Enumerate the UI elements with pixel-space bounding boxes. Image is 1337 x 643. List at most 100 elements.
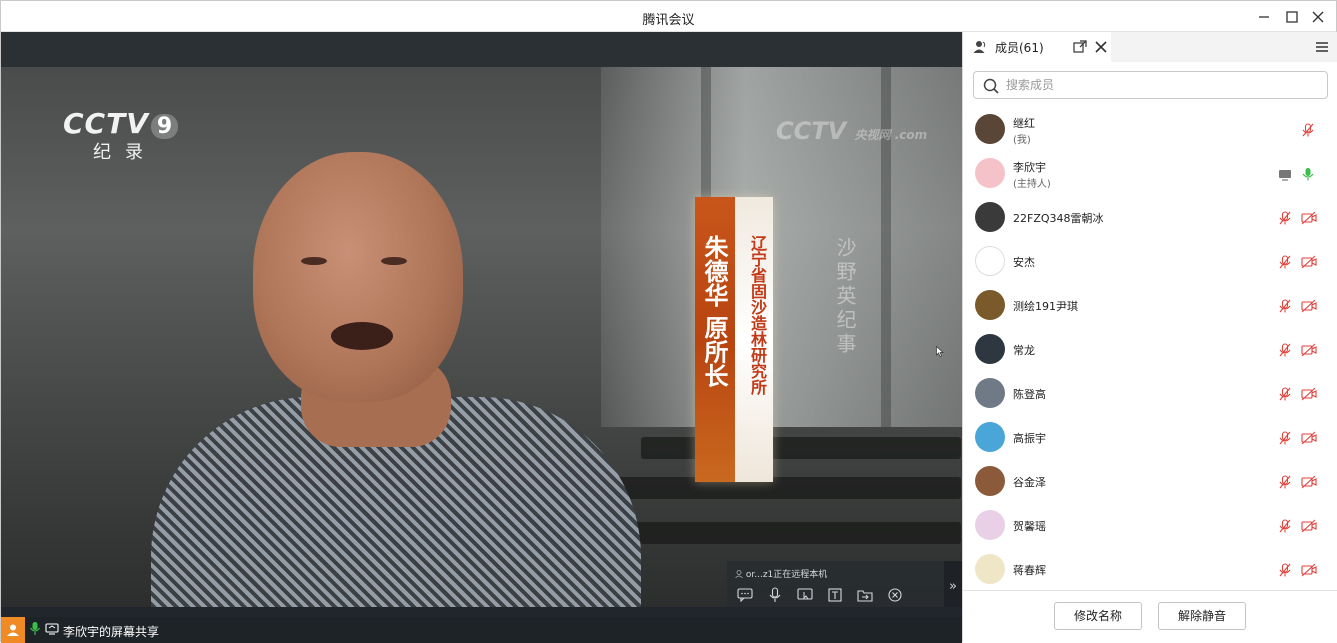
folder-transfer-icon	[857, 590, 873, 602]
member-row[interactable]: 高振宇	[963, 415, 1337, 459]
member-mic-status[interactable]	[1278, 518, 1292, 537]
desk	[641, 437, 961, 459]
member-mic-status[interactable]	[1278, 562, 1292, 581]
avatar	[975, 290, 1005, 320]
share-status-label: 李欣宇的屏幕共享	[63, 625, 160, 639]
channel-sub: 纪录	[93, 142, 157, 163]
member-mic-status[interactable]	[1278, 342, 1292, 361]
member-mic-status[interactable]	[1278, 254, 1292, 273]
member-mic-status[interactable]	[1278, 210, 1292, 229]
member-row[interactable]: 测绘191尹琪	[963, 283, 1337, 327]
mic-muted-icon	[1279, 211, 1291, 225]
shared-video-frame: CCTV 9 纪录 CCTV 央视网 .com 朱德华 原所长 辽宁省固沙造林研究…	[1, 67, 962, 607]
rename-button[interactable]: 修改名称	[1054, 602, 1142, 630]
member-row[interactable]: 陈登高	[963, 371, 1337, 415]
watermark-text: CCTV	[776, 117, 847, 145]
camera-off-icon	[1301, 343, 1317, 357]
member-mic-status[interactable]	[1278, 474, 1292, 493]
member-name: 继红	[1013, 117, 1035, 130]
popout-icon[interactable]	[1073, 40, 1087, 54]
close-window-button[interactable]	[1308, 7, 1328, 27]
stop-icon	[888, 588, 902, 602]
stop-remote-button[interactable]	[885, 585, 905, 605]
member-mic-status[interactable]	[1301, 122, 1315, 141]
channel-logo-text: CCTV	[63, 107, 149, 140]
mic-muted-icon	[1302, 123, 1314, 137]
avatar	[975, 510, 1005, 540]
mic-muted-icon	[1279, 387, 1291, 401]
mic-muted-icon	[1279, 475, 1291, 489]
member-name: 蒋春辉	[1013, 564, 1046, 577]
text-tool-button[interactable]	[825, 585, 845, 605]
collapse-toolbar-button[interactable]: »	[944, 561, 962, 607]
camera-off-icon	[1301, 299, 1317, 313]
member-camera-status[interactable]	[1301, 298, 1317, 317]
remote-control-tool-button[interactable]	[795, 585, 815, 605]
remote-control-icon	[797, 588, 813, 600]
member-row[interactable]: 贺馨瑶	[963, 503, 1337, 547]
member-name: 测绘191尹琪	[1013, 300, 1078, 313]
title-bar: 腾讯会议	[1, 1, 1336, 32]
tab-members-label: 成员(61)	[995, 41, 1044, 55]
member-row[interactable]: 继红 (我)	[963, 107, 1337, 151]
avatar	[975, 378, 1005, 408]
member-camera-status[interactable]	[1301, 562, 1317, 581]
text-icon	[828, 588, 842, 602]
member-camera-status[interactable]	[1301, 518, 1317, 537]
member-mic-status[interactable]	[1278, 430, 1292, 449]
member-name: 贺馨瑶	[1013, 520, 1046, 533]
user-avatar-button[interactable]	[1, 617, 25, 643]
nameplate-org: 辽宁省固沙造林研究所	[748, 235, 767, 395]
member-camera-status[interactable]	[1301, 210, 1317, 229]
menu-icon[interactable]	[1315, 40, 1329, 54]
file-transfer-tool-button[interactable]	[855, 585, 875, 605]
person-eye	[301, 257, 327, 265]
member-mic-status[interactable]	[1301, 166, 1315, 185]
unmute-button[interactable]: 解除静音	[1158, 602, 1246, 630]
tab-members[interactable]: 成员(61)	[963, 32, 1111, 62]
members-icon	[973, 41, 986, 53]
member-row[interactable]: 谷金泽	[963, 459, 1337, 503]
member-camera-status[interactable]	[1301, 254, 1317, 273]
member-row[interactable]: 李欣宇 (主持人)	[963, 151, 1337, 195]
member-camera-status[interactable]	[1301, 474, 1317, 493]
member-camera-status[interactable]	[1301, 342, 1317, 361]
member-search-box[interactable]	[973, 71, 1328, 99]
avatar	[975, 422, 1005, 452]
member-camera-status[interactable]	[1301, 430, 1317, 449]
mic-muted-icon	[1279, 431, 1291, 445]
maximize-button[interactable]	[1282, 7, 1302, 27]
member-name: 谷金泽	[1013, 476, 1046, 489]
remote-control-toolbar: or...z1正在远程本机 »	[727, 561, 962, 607]
panel-footer: 修改名称 解除静音	[963, 590, 1337, 642]
camera-off-icon	[1301, 387, 1317, 401]
camera-off-icon	[1301, 475, 1317, 489]
microphone-icon[interactable]	[29, 621, 41, 637]
remote-status-label: or...z1正在远程本机	[745, 570, 828, 580]
mic-tool-button[interactable]	[765, 585, 785, 605]
chat-tool-button[interactable]	[735, 585, 755, 605]
member-name: 高振宇	[1013, 432, 1046, 445]
member-list: 继红 (我) 李欣宇 (主持人) 22FZQ348雷朝冰安杰测绘191尹琪常龙 陈登高高振…	[963, 107, 1337, 587]
channel-number: 9	[150, 114, 179, 139]
member-mic-status[interactable]	[1278, 386, 1292, 405]
members-panel: 成员(61) 继红 (我) 李欣宇 (主持人) 22FZQ348雷朝冰安杰测绘191尹琪…	[962, 32, 1337, 642]
member-row[interactable]: 蒋春辉	[963, 547, 1337, 587]
member-screen-status[interactable]	[1278, 166, 1292, 185]
avatar	[975, 554, 1005, 584]
member-name: 安杰	[1013, 256, 1035, 269]
camera-off-icon	[1301, 211, 1317, 225]
member-row[interactable]: 常龙	[963, 327, 1337, 371]
member-mic-status[interactable]	[1278, 298, 1292, 317]
member-row[interactable]: 安杰	[963, 239, 1337, 283]
minimize-button[interactable]	[1254, 7, 1274, 27]
member-camera-status[interactable]	[1301, 386, 1317, 405]
member-row[interactable]: 22FZQ348雷朝冰	[963, 195, 1337, 239]
remote-status-text: or...z1正在远程本机	[735, 567, 827, 580]
microphone-icon	[769, 587, 781, 602]
video-top-strip	[1, 32, 962, 67]
search-icon	[983, 78, 999, 94]
member-role: (主持人)	[1013, 179, 1051, 190]
search-input[interactable]	[1006, 76, 1306, 94]
close-panel-icon[interactable]	[1094, 40, 1108, 54]
